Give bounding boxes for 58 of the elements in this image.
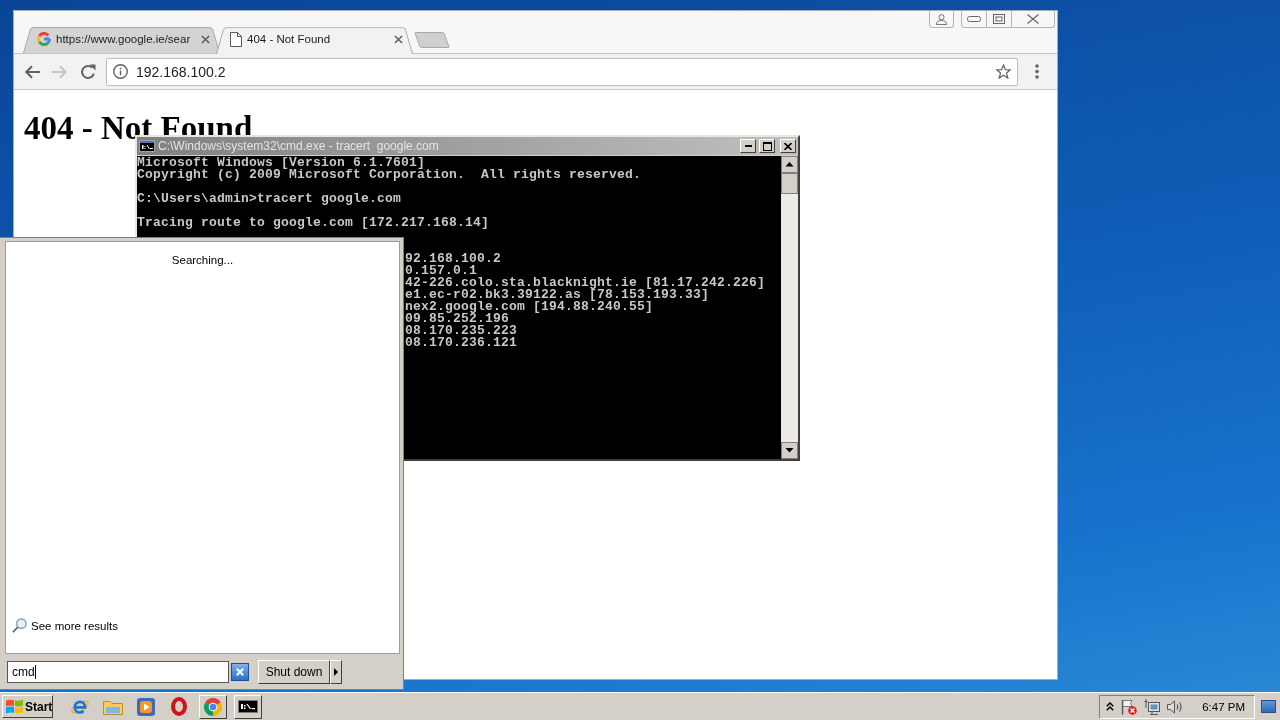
network-icon[interactable]: [1144, 698, 1161, 715]
console-line: 08.170.235.223: [405, 325, 518, 337]
maximize-icon: [993, 14, 1005, 24]
console-line: Microsoft Windows [Version 6.1.7601]: [137, 157, 426, 169]
console-line: 92.168.100.2: [405, 253, 501, 265]
speaker-icon[interactable]: [1167, 699, 1184, 714]
close-icon[interactable]: [201, 34, 210, 44]
round-logo-icon: [204, 697, 222, 716]
scrollbar[interactable]: [781, 156, 798, 459]
play-icon: [137, 697, 155, 716]
minimize-icon: [744, 145, 752, 147]
g-logo-icon: [37, 32, 51, 46]
flag-logo-icon: [6, 699, 23, 714]
star-icon[interactable]: [996, 64, 1011, 79]
console-line: 0.157.0.1: [405, 265, 477, 277]
console-line: e1.ec-r02.bk3.39122.as [78.153.193.33]: [405, 289, 710, 301]
terminal-icon: [238, 700, 258, 713]
address-field[interactable]: 192.168.100.2: [106, 57, 1018, 86]
console-line: Copyright (c) 2009 Microsoft Corporation. All rights reserved.: [137, 169, 642, 181]
taskbar-button[interactable]: [199, 694, 227, 719]
maximize-icon: [762, 141, 772, 151]
page-icon: [230, 31, 242, 47]
minimize-icon: [967, 16, 981, 22]
close-icon[interactable]: [394, 34, 403, 44]
console-line: nex2.google.com [194.88.240.55]: [405, 301, 654, 313]
caret-icon: [334, 667, 338, 676]
profile-button[interactable]: [929, 11, 954, 28]
menu-icon: [1035, 64, 1039, 79]
search-status-text: Searching...: [171, 254, 234, 266]
chevron-up-icon[interactable]: [1106, 702, 1115, 711]
arrow-right-icon: [52, 64, 68, 79]
shut-down-button[interactable]: Shut down: [258, 659, 330, 684]
close-icon: [784, 142, 792, 150]
taskbar-button[interactable]: [234, 694, 262, 719]
person-icon: [936, 13, 947, 25]
flag-icon[interactable]: [1121, 698, 1138, 715]
show-desktop-button[interactable]: [1261, 700, 1276, 713]
console-line: 42-226.colo.sta.blacknight.ie [81.17.242.226]: [405, 277, 766, 289]
o-logo-icon: [171, 697, 187, 716]
search-field[interactable]: cmd: [7, 660, 229, 683]
search-icon: [12, 618, 27, 633]
window-title: C:\Windows\system32\cmd.exe - tracert google.com: [158, 139, 440, 153]
reload-icon: [80, 63, 96, 80]
shut-down-options-button[interactable]: [330, 659, 342, 684]
close-icon: [236, 667, 244, 676]
console-line: 08.170.236.121: [405, 337, 518, 349]
start-button[interactable]: Start: [2, 695, 53, 718]
arrow-left-icon: [24, 64, 40, 79]
see-more-results-link[interactable]: See more results: [12, 618, 118, 633]
close-icon: [1027, 14, 1039, 24]
console-line: Tracing route to google.com [172.217.168.14]: [137, 217, 490, 229]
clock-text[interactable]: 6:47 PM: [1202, 700, 1245, 713]
console-line: C:\Users\admin>tracert google.com: [137, 193, 402, 205]
terminal-icon: [139, 140, 155, 152]
folder-icon: [103, 698, 123, 715]
console-line: 09.85.252.196: [405, 313, 510, 325]
clear-search-button[interactable]: [231, 662, 249, 681]
info-icon: [113, 64, 128, 79]
